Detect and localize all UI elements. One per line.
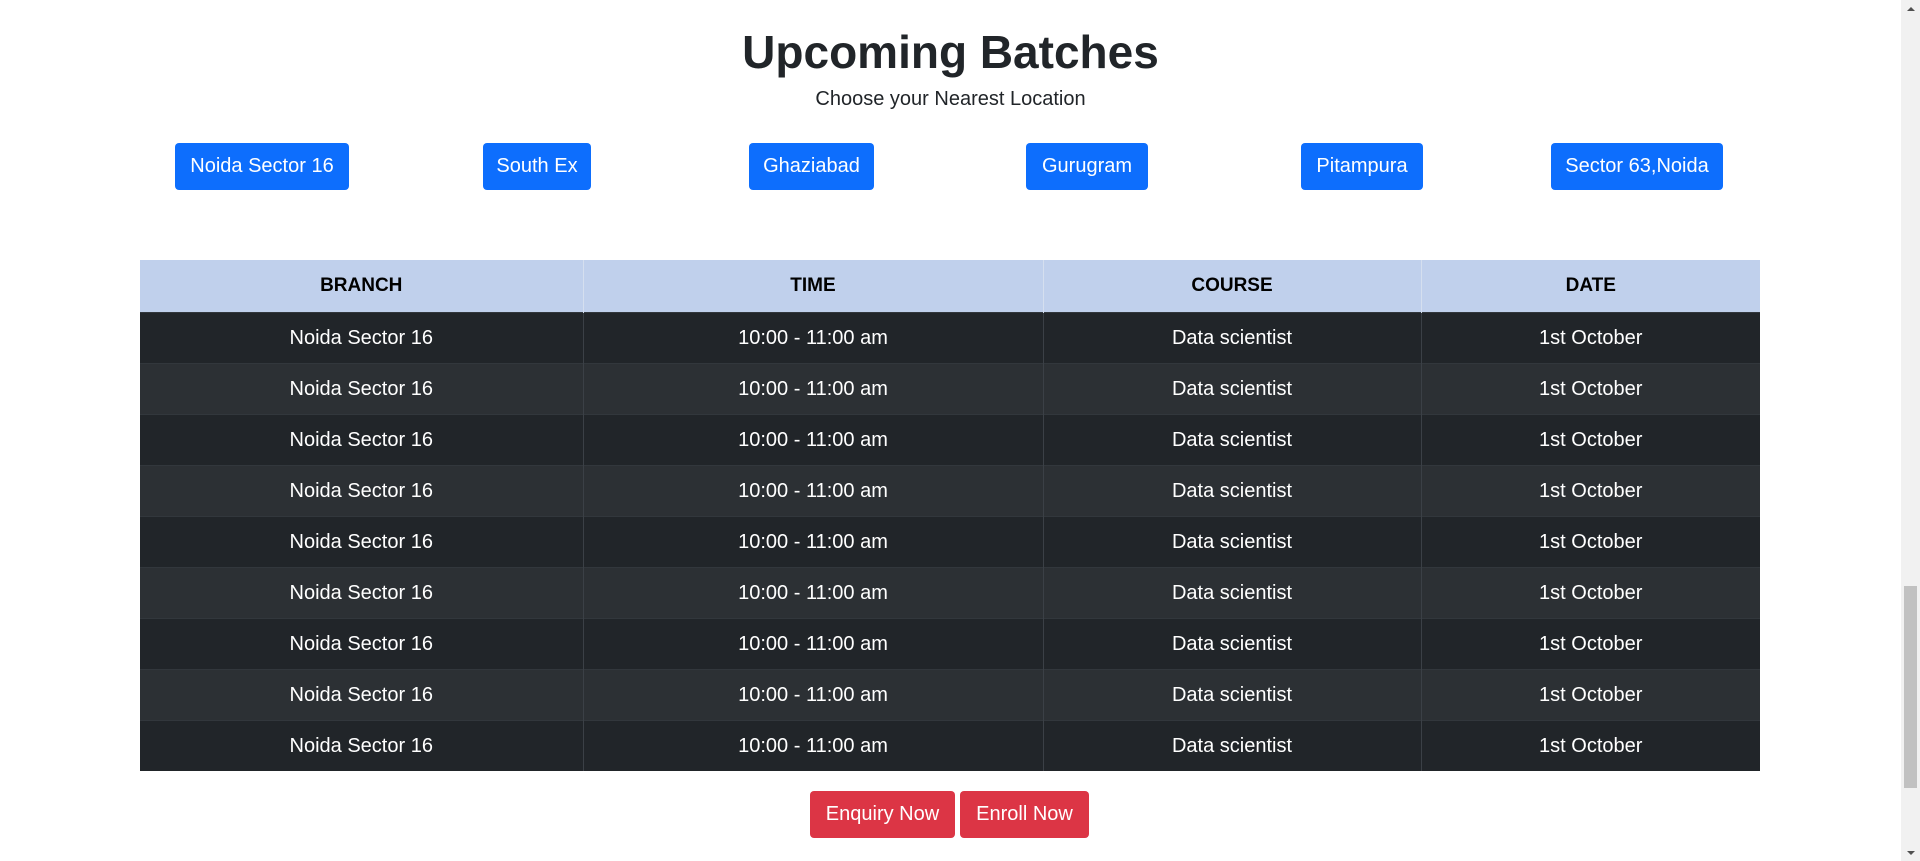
- cell-date: 1st October: [1421, 720, 1760, 771]
- scroll-up-arrow-icon[interactable]: [1901, 0, 1920, 17]
- cell-branch: Noida Sector 16: [140, 618, 584, 670]
- cell-branch: Noida Sector 16: [140, 669, 584, 721]
- page-subtitle: Choose your Nearest Location: [815, 88, 1086, 110]
- cell-date: 1st October: [1421, 363, 1760, 415]
- table-row: Noida Sector 16 10:00 - 11:00 am Data sc…: [140, 465, 1760, 517]
- cell-course: Data scientist: [1043, 720, 1422, 771]
- cell-date: 1st October: [1421, 312, 1760, 364]
- table-row: Noida Sector 16 10:00 - 11:00 am Data sc…: [140, 312, 1760, 364]
- cell-course: Data scientist: [1043, 465, 1422, 517]
- cell-time: 10:00 - 11:00 am: [583, 414, 1044, 466]
- column-header-date: DATE: [1421, 260, 1760, 313]
- table-row: Noida Sector 16 10:00 - 11:00 am Data sc…: [140, 567, 1760, 619]
- cell-time: 10:00 - 11:00 am: [583, 312, 1044, 364]
- cell-date: 1st October: [1421, 567, 1760, 619]
- location-button-sector-63-noida[interactable]: Sector 63,Noida: [1551, 143, 1723, 190]
- location-button-ghaziabad[interactable]: Ghaziabad: [749, 143, 874, 190]
- table-row: Noida Sector 16 10:00 - 11:00 am Data sc…: [140, 669, 1760, 721]
- cell-branch: Noida Sector 16: [140, 414, 584, 466]
- cell-time: 10:00 - 11:00 am: [583, 465, 1044, 517]
- cell-time: 10:00 - 11:00 am: [583, 669, 1044, 721]
- cell-date: 1st October: [1421, 465, 1760, 517]
- enroll-now-button[interactable]: Enroll Now: [960, 791, 1089, 838]
- cell-branch: Noida Sector 16: [140, 720, 584, 771]
- scroll-down-arrow-icon[interactable]: [1901, 844, 1920, 861]
- cell-course: Data scientist: [1043, 414, 1422, 466]
- cell-time: 10:00 - 11:00 am: [583, 363, 1044, 415]
- cell-branch: Noida Sector 16: [140, 516, 584, 568]
- scrollbar-thumb[interactable]: [1904, 586, 1917, 788]
- cell-branch: Noida Sector 16: [140, 312, 584, 364]
- batches-table: BRANCH TIME COURSE DATE Noida Sector 16 …: [140, 260, 1760, 771]
- enquiry-now-button[interactable]: Enquiry Now: [810, 791, 955, 838]
- cell-date: 1st October: [1421, 618, 1760, 670]
- table-row: Noida Sector 16 10:00 - 11:00 am Data sc…: [140, 414, 1760, 466]
- cell-course: Data scientist: [1043, 516, 1422, 568]
- cell-course: Data scientist: [1043, 618, 1422, 670]
- column-header-course: COURSE: [1043, 260, 1422, 313]
- cell-time: 10:00 - 11:00 am: [583, 618, 1044, 670]
- vertical-scrollbar[interactable]: [1901, 0, 1920, 861]
- cell-course: Data scientist: [1043, 363, 1422, 415]
- cell-branch: Noida Sector 16: [140, 465, 584, 517]
- cell-branch: Noida Sector 16: [140, 363, 584, 415]
- table-row: Noida Sector 16 10:00 - 11:00 am Data sc…: [140, 618, 1760, 670]
- cell-date: 1st October: [1421, 669, 1760, 721]
- location-button-pitampura[interactable]: Pitampura: [1301, 143, 1423, 190]
- table-row: Noida Sector 16 10:00 - 11:00 am Data sc…: [140, 720, 1760, 771]
- cell-branch: Noida Sector 16: [140, 567, 584, 619]
- cell-course: Data scientist: [1043, 669, 1422, 721]
- cell-date: 1st October: [1421, 516, 1760, 568]
- table-row: Noida Sector 16 10:00 - 11:00 am Data sc…: [140, 516, 1760, 568]
- upcoming-batches-section: Upcoming Batches Choose your Nearest Loc…: [0, 0, 1901, 861]
- cell-time: 10:00 - 11:00 am: [583, 516, 1044, 568]
- location-button-south-ex[interactable]: South Ex: [483, 143, 591, 190]
- cell-date: 1st October: [1421, 414, 1760, 466]
- column-header-branch: BRANCH: [140, 260, 584, 313]
- location-button-noida-sector-16[interactable]: Noida Sector 16: [175, 143, 349, 190]
- table-row: Noida Sector 16 10:00 - 11:00 am Data sc…: [140, 363, 1760, 415]
- cell-course: Data scientist: [1043, 312, 1422, 364]
- location-button-gurugram[interactable]: Gurugram: [1026, 143, 1148, 190]
- cell-course: Data scientist: [1043, 567, 1422, 619]
- cell-time: 10:00 - 11:00 am: [583, 720, 1044, 771]
- table-header-row: BRANCH TIME COURSE DATE: [140, 260, 1760, 313]
- cell-time: 10:00 - 11:00 am: [583, 567, 1044, 619]
- page-title: Upcoming Batches: [742, 26, 1159, 78]
- column-header-time: TIME: [583, 260, 1044, 313]
